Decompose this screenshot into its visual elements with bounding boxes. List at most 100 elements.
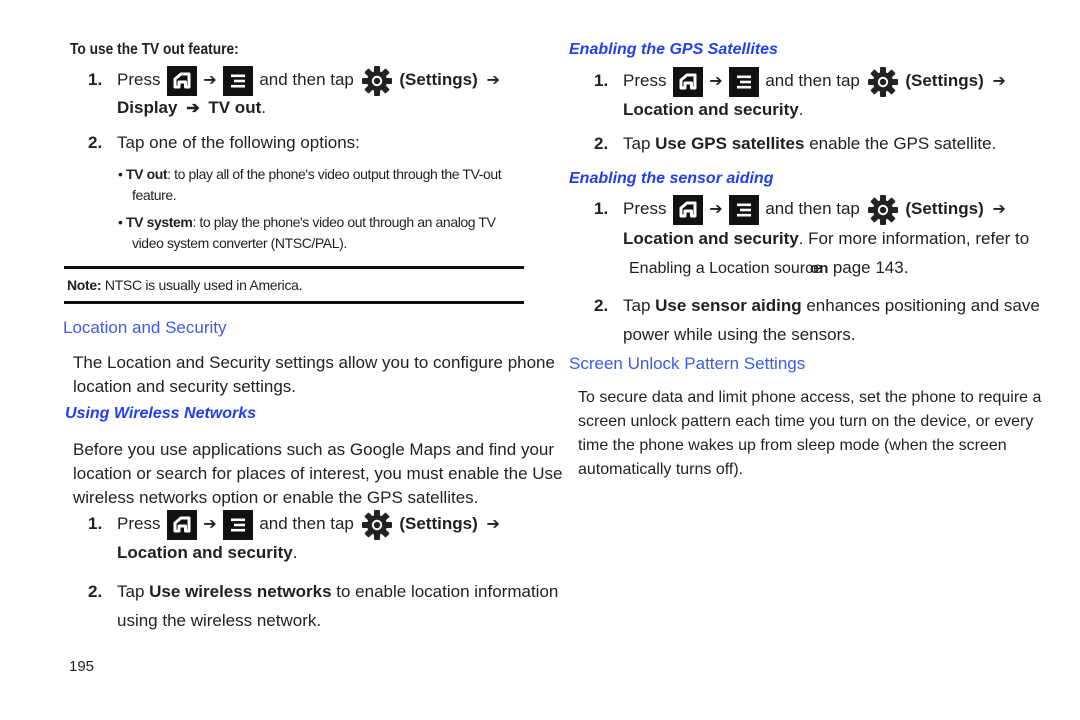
then-tap-text: and then tap — [259, 514, 354, 533]
bullet-tv-system: • TV system: to play the phone's video o… — [118, 212, 496, 254]
wireless-step-1-path: Location and security. — [117, 543, 297, 563]
settings-label: (Settings) — [399, 70, 478, 89]
option-name: Use wireless networks — [149, 582, 332, 601]
bullet-desc: : to play all of the phone's video outpu… — [167, 166, 502, 182]
menu-key-icon — [222, 65, 253, 96]
menu-key-icon — [728, 194, 759, 225]
settings-gear-icon — [361, 509, 393, 541]
tap-text: Tap — [623, 134, 651, 153]
option-name: Use sensor aiding — [655, 296, 802, 315]
wireless-step-2: 2. Tap Use wireless networks to enable lo… — [88, 577, 558, 635]
screen-unlock-line: automatically turns off). — [578, 461, 744, 478]
step-number: 1. — [594, 199, 609, 218]
wireless-intro-line: wireless networks option or enable the G… — [73, 488, 479, 507]
settings-label: (Settings) — [905, 71, 984, 90]
menu-key-icon — [222, 509, 253, 540]
arrow-icon: ➔ — [203, 72, 217, 89]
screen-unlock-body: To secure data and limit phone access, s… — [578, 386, 1041, 482]
gps-step-1-path: Location and security. — [623, 100, 803, 120]
arrow-icon: ➔ — [203, 516, 217, 533]
gps-step-2: 2. Tap Use GPS satellites enable the GPS … — [594, 134, 996, 154]
gps-step-1: 1. Press ➔ and then tap (Settings) ➔ — [594, 65, 1010, 98]
arrow-icon: ➔ — [486, 516, 500, 533]
step-desc-cont: power while using the sensors. — [623, 325, 856, 344]
step-number: 2. — [88, 133, 103, 152]
period: . — [798, 100, 804, 119]
tap-text: Tap — [117, 582, 145, 601]
note-top-rule — [64, 266, 524, 269]
menu-key-icon — [728, 66, 759, 97]
press-text: Press — [623, 199, 667, 218]
bullet-term: TV system — [126, 214, 193, 230]
cross-reference-link[interactable]: Enabling a Location source — [629, 260, 822, 277]
path-tv-out: TV out — [208, 98, 262, 117]
arrow-icon: ➔ — [709, 201, 723, 218]
sensor-step-1-path: Location and security. For more informat… — [623, 229, 1029, 249]
bullet-line-1: • TV system: to play the phone's video o… — [118, 214, 496, 230]
then-tap-text: and then tap — [259, 70, 354, 89]
gps-heading: Enabling the GPS Satellites — [569, 41, 778, 58]
home-key-icon — [167, 65, 198, 96]
option-name: Use GPS satellites — [655, 134, 805, 153]
screen-unlock-heading: Screen Unlock Pattern Settings — [569, 354, 806, 373]
step-desc: enhances positioning and save — [806, 296, 1040, 315]
step-desc: . For more information, refer to — [798, 229, 1030, 248]
then-tap-text: and then tap — [765, 199, 860, 218]
tvout-step-1-path: Display ➔ TV out. — [117, 98, 266, 118]
wireless-intro-line: Before you use applications such as Goog… — [73, 440, 555, 459]
step-line: 2. Tap Use sensor aiding enhances positio… — [594, 291, 1040, 320]
settings-label: (Settings) — [905, 199, 984, 218]
step-number: 1. — [88, 514, 103, 533]
then-tap-text: and then tap — [765, 71, 860, 90]
step-number: 1. — [594, 71, 609, 90]
tvout-heading: To use the TV out feature: — [70, 41, 266, 59]
sensor-aiding-heading: Enabling the sensor aiding — [569, 170, 774, 187]
press-text: Press — [117, 514, 161, 533]
wireless-step-1: 1. Press ➔ and then tap (Settings) ➔ — [88, 508, 504, 541]
step-desc: enable the GPS satellite. — [809, 134, 997, 153]
screen-unlock-line: time the phone wakes up from sleep mode … — [578, 437, 1007, 454]
tvout-step-2: 2. Tap one of the following options: — [88, 133, 360, 153]
step-number: 1. — [88, 70, 103, 89]
path-display: Display — [117, 98, 178, 117]
step-desc-cont: using the wireless network. — [117, 611, 322, 630]
step-line: 2. Tap Use wireless networks to enable lo… — [88, 577, 558, 606]
path-location-security: Location and security — [623, 229, 799, 248]
wireless-intro: Before you use applications such as Goog… — [73, 438, 562, 510]
arrow-icon: ➔ — [709, 73, 723, 90]
sensor-step-1-ref: Enabling a Location sourceon page 143. — [629, 258, 908, 278]
bullet-desc-cont: feature. — [132, 187, 177, 203]
location-intro: The Location and Security settings allow… — [73, 351, 555, 399]
note: Note: NTSC is usually used in America. — [67, 277, 303, 293]
home-key-icon — [673, 194, 704, 225]
page-reference: page 143. — [832, 258, 909, 277]
screen-unlock-line: screen unlock pattern each time you turn… — [578, 413, 1034, 430]
period: . — [261, 98, 266, 117]
settings-gear-icon — [867, 194, 899, 226]
screen-unlock-line: To secure data and limit phone access, s… — [578, 389, 1042, 406]
bullet-line-1: • TV out: to play all of the phone's vid… — [118, 166, 502, 182]
location-intro-line: The Location and Security settings allow… — [73, 353, 555, 372]
tvout-heading-text: To use the TV out feature: — [70, 41, 239, 58]
note-bottom-rule — [64, 301, 524, 304]
settings-gear-icon — [867, 66, 899, 98]
note-text: NTSC is usually used in America. — [104, 277, 303, 293]
sensor-step-1: 1. Press ➔ and then tap (Settings) ➔ — [594, 193, 1010, 226]
step-number: 2. — [594, 134, 609, 153]
step-number: 2. — [594, 296, 609, 315]
settings-gear-icon — [361, 65, 393, 97]
path-location-security: Location and security — [117, 543, 293, 562]
step-text: Tap one of the following options: — [117, 133, 360, 152]
overlap-text: on — [810, 260, 829, 277]
home-key-icon — [167, 509, 198, 540]
page-number: 195 — [69, 658, 95, 675]
wireless-networks-heading: Using Wireless Networks — [65, 405, 257, 422]
tap-text: Tap — [623, 296, 651, 315]
sensor-step-2: 2. Tap Use sensor aiding enhances positio… — [594, 291, 1040, 349]
arrow-icon: ➔ — [992, 73, 1006, 90]
path-location-security: Location and security — [623, 100, 799, 119]
bullet-desc-cont: video system converter (NTSC/PAL). — [132, 235, 347, 251]
arrow-icon: ➔ — [486, 72, 500, 89]
note-label: Note: — [67, 277, 102, 293]
bullet-desc: : to play the phone's video out through … — [192, 214, 496, 230]
